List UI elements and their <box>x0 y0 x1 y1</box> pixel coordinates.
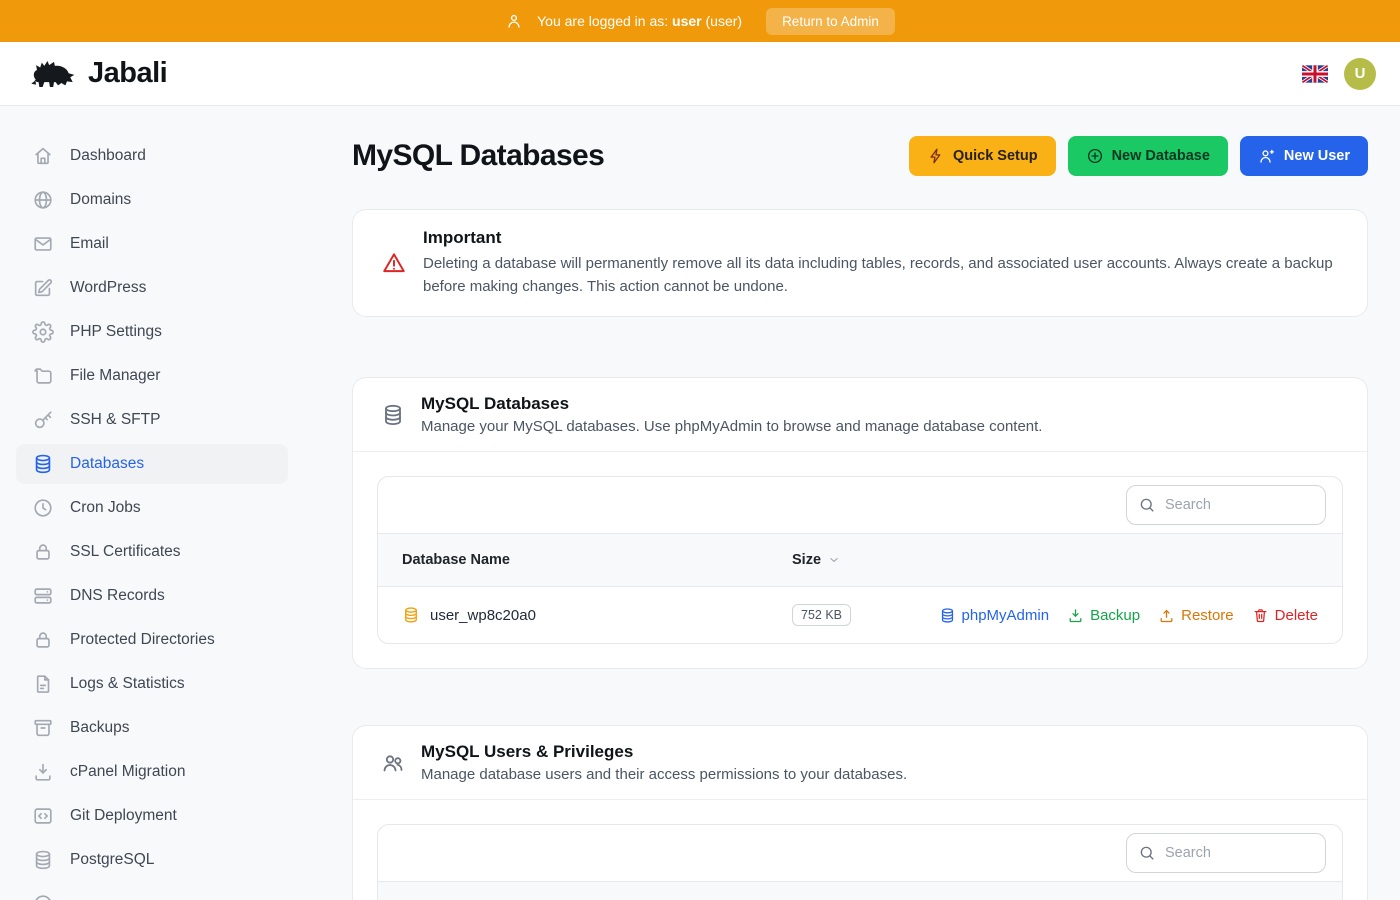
databases-search-input[interactable] <box>1126 485 1326 525</box>
brand-home-link[interactable]: Jabali <box>28 54 167 94</box>
phpmyadmin-link[interactable]: phpMyAdmin <box>939 607 1050 624</box>
download-icon <box>1067 607 1084 624</box>
sidebar-item-dashboard[interactable]: Dashboard <box>16 136 288 176</box>
lock-icon <box>32 629 54 651</box>
page-title: MySQL Databases <box>352 139 604 173</box>
delete-button[interactable]: Delete <box>1252 607 1318 624</box>
home-icon <box>32 145 54 167</box>
sidebar-item-git-deployment[interactable]: Git Deployment <box>16 796 288 836</box>
sidebar-item-wordpress[interactable]: WordPress <box>16 268 288 308</box>
database-icon <box>32 453 54 475</box>
chevron-down-icon <box>827 553 841 567</box>
new-database-button[interactable]: New Database <box>1068 136 1228 176</box>
users-search-input[interactable] <box>1126 833 1326 873</box>
mysql-databases-card: MySQL Databases Manage your MySQL databa… <box>352 377 1368 669</box>
folder-icon <box>32 365 54 387</box>
sidebar-item-cpanel-migration[interactable]: cPanel Migration <box>16 752 288 792</box>
impersonation-banner: You are logged in as: user (user) Return… <box>0 0 1400 42</box>
column-database-name: Database Name <box>402 552 792 568</box>
jabali-boar-logo-icon <box>28 54 80 94</box>
logged-in-as-text: You are logged in as: user (user) <box>537 13 742 29</box>
databases-card-description: Manage your MySQL databases. Use phpMyAd… <box>421 418 1042 435</box>
users-icon <box>381 751 405 775</box>
clock-icon <box>32 497 54 519</box>
mysql-users-card: MySQL Users & Privileges Manage database… <box>352 725 1368 900</box>
sidebar-item-ssh-sftp[interactable]: SSH & SFTP <box>16 400 288 440</box>
warning-triangle-icon <box>381 250 407 276</box>
upload-icon <box>1158 607 1175 624</box>
database-icon <box>32 849 54 871</box>
quick-setup-button[interactable]: Quick Setup <box>909 136 1056 176</box>
database-icon <box>402 606 420 624</box>
database-name: user_wp8c20a0 <box>430 607 536 624</box>
lightning-bolt-icon <box>927 147 945 165</box>
column-size-sort[interactable]: Size <box>792 552 1318 568</box>
brand-name: Jabali <box>88 57 167 90</box>
sidebar-item-databases[interactable]: Databases <box>16 444 288 484</box>
sidebar-item-logs-statistics[interactable]: Logs & Statistics <box>16 664 288 704</box>
sidebar-item-ssl-certificates[interactable]: SSL Certificates <box>16 532 288 572</box>
sidebar-item-postgresql[interactable]: PostgreSQL <box>16 840 288 880</box>
sidebar-nav: Dashboard Domains Email WordPress PHP Se… <box>0 106 304 900</box>
database-icon <box>939 607 956 624</box>
logged-in-username: user <box>672 13 702 29</box>
user-avatar[interactable]: U <box>1344 58 1376 90</box>
database-size-badge: 752 KB <box>792 604 851 626</box>
main-content: MySQL Databases Quick Setup New Database… <box>304 106 1400 900</box>
backup-button[interactable]: Backup <box>1067 607 1140 624</box>
database-icon <box>381 403 405 427</box>
sidebar-item-protected-directories[interactable]: Protected Directories <box>16 620 288 660</box>
download-icon <box>32 761 54 783</box>
edit-icon <box>32 277 54 299</box>
doc-icon <box>32 673 54 695</box>
return-to-admin-button[interactable]: Return to Admin <box>766 8 895 35</box>
databases-table: Database Name Size user_wp8c20a0 <box>377 476 1343 644</box>
alert-body: Deleting a database will permanently rem… <box>423 253 1339 298</box>
language-flag-uk-icon[interactable] <box>1302 65 1328 83</box>
gear-icon <box>32 321 54 343</box>
sidebar-item-dns-records[interactable]: DNS Records <box>16 576 288 616</box>
users-card-description: Manage database users and their access p… <box>421 766 907 783</box>
sidebar-item-email[interactable]: Email <box>16 224 288 264</box>
app-header: Jabali U <box>0 42 1400 106</box>
lock-icon <box>32 541 54 563</box>
key-icon <box>32 409 54 431</box>
trash-icon <box>1252 607 1269 624</box>
databases-card-title: MySQL Databases <box>421 394 1042 414</box>
globe-icon <box>32 189 54 211</box>
sidebar-item-php-settings[interactable]: PHP Settings <box>16 312 288 352</box>
alert-title: Important <box>423 228 1339 248</box>
person-icon <box>505 12 523 30</box>
code-icon <box>32 805 54 827</box>
sidebar-item-backups[interactable]: Backups <box>16 708 288 748</box>
new-user-button[interactable]: New User <box>1240 136 1368 176</box>
user-plus-icon <box>1258 147 1276 165</box>
mail-icon <box>32 233 54 255</box>
important-warning-card: Important Deleting a database will perma… <box>352 209 1368 317</box>
database-row: user_wp8c20a0 752 KB phpMyAdmin <box>378 587 1342 643</box>
sidebar-item-file-manager[interactable]: File Manager <box>16 356 288 396</box>
plus-circle-icon <box>1086 147 1104 165</box>
sidebar-item-domains[interactable]: Domains <box>16 180 288 220</box>
circle-icon <box>32 893 54 900</box>
archive-icon <box>32 717 54 739</box>
users-card-title: MySQL Users & Privileges <box>421 742 907 762</box>
restore-button[interactable]: Restore <box>1158 607 1234 624</box>
server-icon <box>32 585 54 607</box>
users-table: User Database Privileges <box>377 824 1343 900</box>
sidebar-item-cron-jobs[interactable]: Cron Jobs <box>16 488 288 528</box>
sidebar-item-partial[interactable] <box>16 884 288 900</box>
